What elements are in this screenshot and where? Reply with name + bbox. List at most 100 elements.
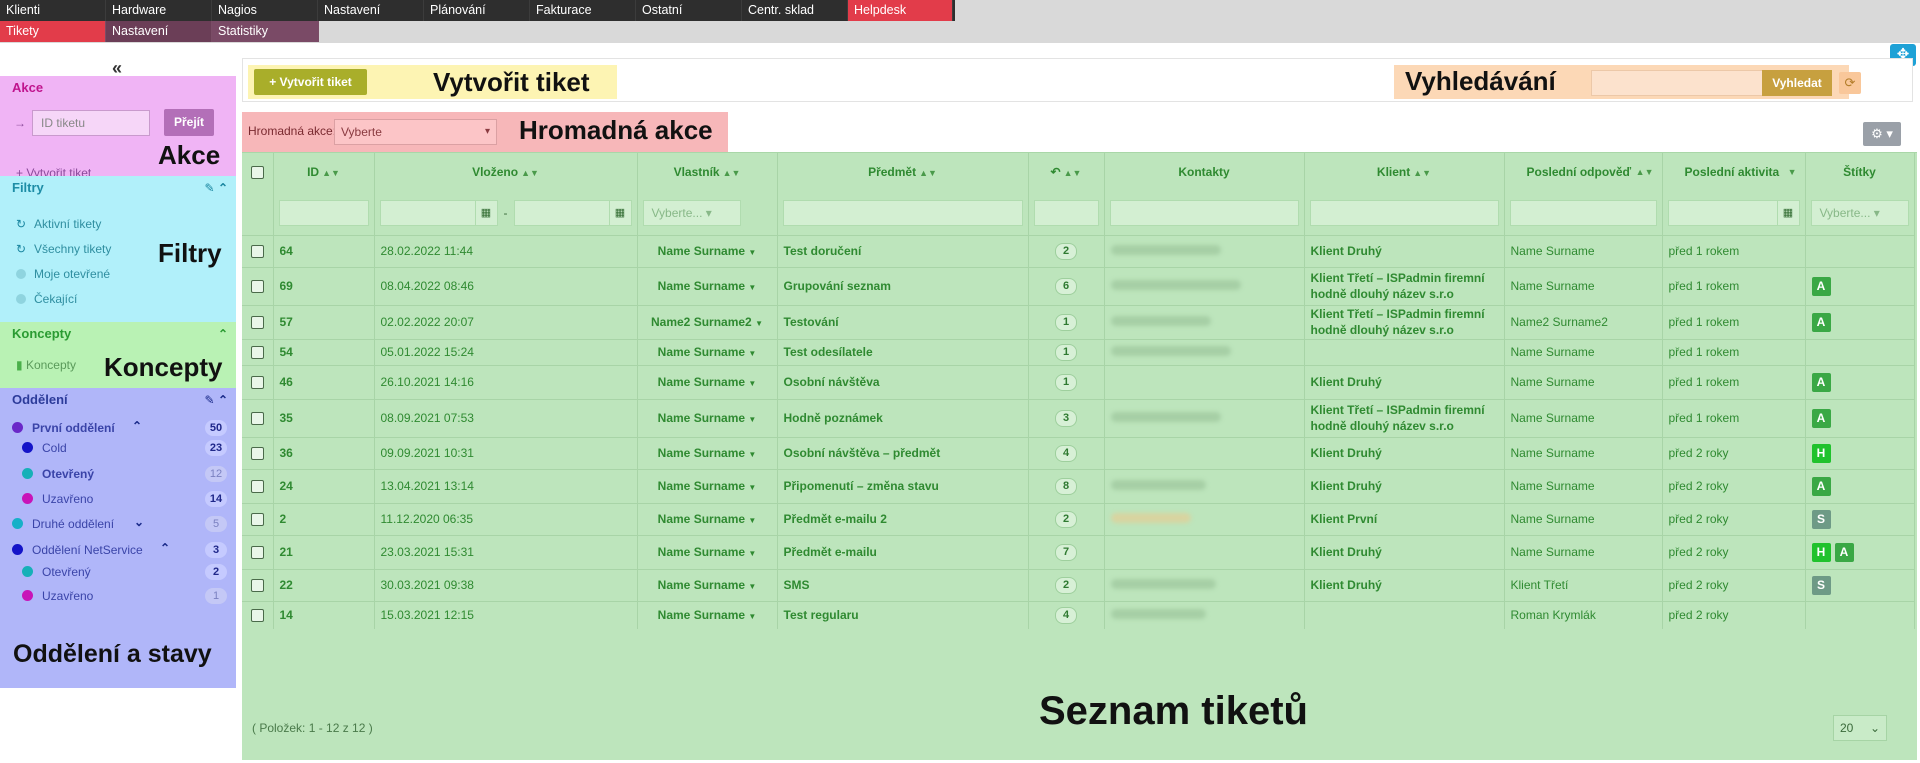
ticket-subject[interactable]: Test regularu (777, 600, 1029, 629)
nav-item[interactable]: Nagios (212, 0, 318, 21)
subnav-item[interactable]: Tikety (0, 21, 106, 42)
ticket-subject[interactable]: Připomenutí – změna stavu (777, 468, 1029, 503)
gear-icon[interactable]: ⚙ ▾ (1863, 122, 1901, 146)
chevron-up-icon[interactable]: ⌃ (218, 181, 228, 195)
per-page-select[interactable]: 20 ⌄ (1833, 715, 1887, 741)
tag-badge[interactable]: A (1811, 408, 1831, 428)
filter-replies-input[interactable] (1033, 199, 1099, 226)
ticket-subject[interactable]: Test doručení (777, 234, 1029, 267)
ticket-client[interactable]: Klient Druhý (1304, 364, 1505, 399)
filter-owner-select[interactable]: Vyberte... ▾ (642, 199, 741, 226)
dept-second[interactable]: Druhé oddělení ⌄ 5 (12, 514, 227, 534)
dept-first[interactable]: První oddělení ⌃ 50 (12, 418, 227, 438)
chevron-up-icon[interactable]: ⌃ (160, 541, 170, 555)
filter-item-waiting[interactable]: Čekající (16, 287, 111, 312)
ticket-owner[interactable]: Name Surname ▼ (637, 568, 778, 601)
ticket-subject[interactable]: Osobní návštěva (777, 364, 1029, 399)
ticket-id[interactable]: 21 (273, 534, 375, 569)
col-last-reply[interactable]: Poslední odpověď ▲▼ (1504, 153, 1663, 191)
chevron-down-icon[interactable]: ⌄ (134, 515, 144, 529)
chevron-up-icon[interactable]: ⌃ (218, 393, 228, 407)
ticket-client[interactable]: Klient Třetí – ISPadmin firemní hodně dl… (1304, 398, 1505, 437)
ticket-id[interactable]: 57 (273, 304, 375, 339)
calendar-icon[interactable]: ▦ (608, 200, 631, 225)
filter-item-active[interactable]: ↻ Aktivní tikety (16, 212, 111, 237)
table-row[interactable]: 64 28.02.2022 11:44 Name Surname ▼ Test … (242, 234, 1915, 267)
table-row[interactable]: 24 13.04.2021 13:14 Name Surname ▼ Připo… (242, 468, 1915, 503)
chevron-up-icon[interactable]: ⌃ (218, 327, 228, 341)
ticket-owner[interactable]: Name Surname ▼ (637, 534, 778, 569)
nav-item[interactable]: Fakturace (530, 0, 636, 21)
subnav-item[interactable]: Nastavení (106, 21, 212, 42)
filter-date-to[interactable]: ▦ (513, 199, 632, 226)
table-row[interactable]: 69 08.04.2022 08:46 Name Surname ▼ Grupo… (242, 266, 1915, 305)
table-row[interactable]: 14 15.03.2021 12:15 Name Surname ▼ Test … (242, 600, 1915, 629)
ticket-subject[interactable]: Testování (777, 304, 1029, 339)
row-checkbox[interactable] (250, 316, 264, 330)
table-row[interactable]: 2 11.12.2020 06:35 Name Surname ▼ Předmě… (242, 502, 1915, 535)
nav-item[interactable]: Hardware (106, 0, 212, 21)
ticket-owner[interactable]: Name Surname ▼ (637, 436, 778, 469)
tag-badge[interactable]: H (1811, 443, 1831, 463)
row-checkbox[interactable] (250, 513, 264, 527)
dept-state-cold[interactable]: Cold 23 (12, 438, 227, 458)
ticket-subject[interactable]: Předmět e-mailu (777, 534, 1029, 569)
ticket-owner[interactable]: Name Surname ▼ (637, 468, 778, 503)
subnav-item[interactable]: Statistiky (212, 21, 319, 42)
row-checkbox[interactable] (250, 346, 264, 360)
ticket-id[interactable]: 14 (273, 600, 375, 629)
ticket-id[interactable]: 22 (273, 568, 375, 601)
table-row[interactable]: 21 23.03.2021 15:31 Name Surname ▼ Předm… (242, 534, 1915, 569)
filter-item-mine[interactable]: Moje otevřené (16, 262, 111, 287)
col-inserted[interactable]: Vloženo ▲▼ (374, 153, 638, 191)
filter-item-all[interactable]: ↻ Všechny tikety (16, 237, 111, 262)
col-subject[interactable]: Předmět ▲▼ (777, 153, 1029, 191)
ticket-id[interactable]: 35 (273, 398, 375, 437)
row-checkbox[interactable] (250, 245, 264, 259)
ticket-id[interactable]: 69 (273, 266, 375, 305)
ticket-owner[interactable]: Name Surname ▼ (637, 364, 778, 399)
tag-badge[interactable]: A (1811, 312, 1831, 332)
table-row[interactable]: 36 09.09.2021 10:31 Name Surname ▼ Osobn… (242, 436, 1915, 469)
filter-date-from[interactable]: ▦ (379, 199, 498, 226)
dept-state-open[interactable]: Otevřený 2 (12, 562, 227, 582)
bulk-action-select[interactable]: Vyberte ▾ (334, 119, 497, 145)
tag-badge[interactable]: S (1811, 575, 1831, 595)
ticket-owner[interactable]: Name Surname ▼ (637, 600, 778, 629)
tag-badge[interactable]: A (1811, 476, 1831, 496)
filter-subject-input[interactable] (782, 199, 1023, 226)
table-row[interactable]: 35 08.09.2021 07:53 Name Surname ▼ Hodně… (242, 398, 1915, 437)
go-button[interactable]: Přejít (164, 109, 214, 136)
tag-badge[interactable]: S (1811, 509, 1831, 529)
ticket-owner[interactable]: Name Surname ▼ (637, 266, 778, 305)
ticket-client[interactable] (1304, 600, 1505, 629)
ticket-client[interactable]: Klient Druhý (1304, 568, 1505, 601)
nav-item[interactable]: Centr. sklad (742, 0, 848, 21)
row-checkbox[interactable] (250, 579, 264, 593)
tag-badge[interactable]: H (1811, 542, 1831, 562)
nav-item[interactable]: Plánování (424, 0, 530, 21)
refresh-icon[interactable]: ⟳ (1839, 72, 1861, 94)
col-replies[interactable]: ↶ ▲▼ (1028, 153, 1105, 191)
ticket-client[interactable]: Klient Druhý (1304, 436, 1505, 469)
nav-item[interactable]: Helpdesk (848, 0, 953, 21)
calendar-icon[interactable]: ▦ (1776, 200, 1799, 225)
ticket-client[interactable] (1304, 338, 1505, 365)
filter-last-reply-input[interactable] (1509, 199, 1657, 226)
filter-id-input[interactable] (278, 199, 369, 226)
filter-contacts-input[interactable] (1109, 199, 1299, 226)
table-row[interactable]: 46 26.10.2021 14:16 Name Surname ▼ Osobn… (242, 364, 1915, 399)
col-owner[interactable]: Vlastník ▲▼ (637, 153, 778, 191)
ticket-owner[interactable]: Name Surname ▼ (637, 338, 778, 365)
row-checkbox[interactable] (250, 546, 264, 560)
dept-state-closed[interactable]: Uzavřeno 1 (12, 586, 227, 606)
dept-netservice[interactable]: Oddělení NetService ⌃ 3 (12, 540, 227, 560)
row-checkbox[interactable] (250, 376, 264, 390)
row-checkbox[interactable] (250, 480, 264, 494)
ticket-id[interactable]: 2 (273, 502, 375, 535)
ticket-subject[interactable]: SMS (777, 568, 1029, 601)
ticket-owner[interactable]: Name Surname ▼ (637, 502, 778, 535)
col-id[interactable]: ID ▲▼ (273, 153, 375, 191)
filter-tags-select[interactable]: Vyberte... ▾ (1810, 199, 1909, 226)
ticket-id[interactable]: 54 (273, 338, 375, 365)
